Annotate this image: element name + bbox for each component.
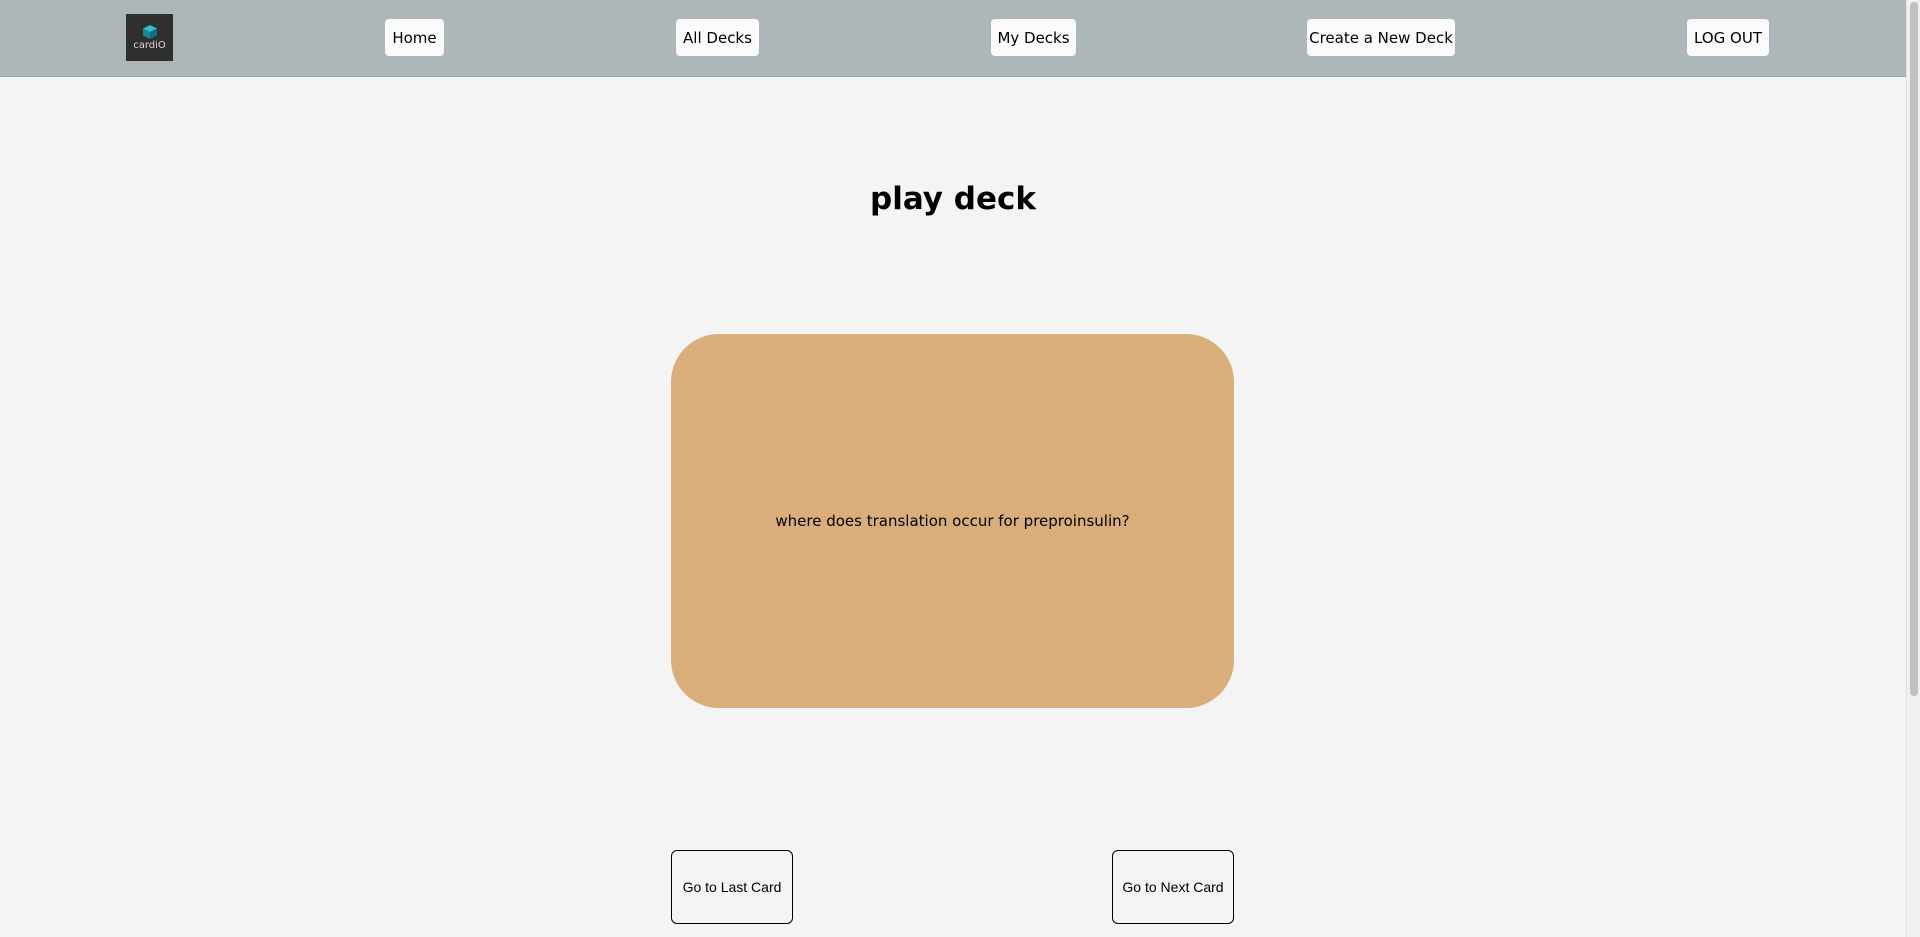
page: cardiO Home All Decks My Decks Create a … [0, 0, 1920, 937]
vertical-scrollbar[interactable] [1906, 0, 1920, 937]
flashcard[interactable]: where does translation occur for preproi… [671, 334, 1234, 708]
nav-all-decks-button[interactable]: All Decks [676, 19, 759, 56]
next-card-button[interactable]: Go to Next Card [1112, 850, 1234, 924]
navbar: cardiO Home All Decks My Decks Create a … [0, 0, 1906, 77]
logo-text: cardiO [133, 40, 166, 51]
page-title: play deck [870, 181, 1036, 217]
nav-home-button[interactable]: Home [385, 19, 444, 56]
nav-my-decks-button[interactable]: My Decks [991, 19, 1076, 56]
nav-logout-button[interactable]: LOG OUT [1687, 19, 1769, 56]
nav-create-deck-button[interactable]: Create a New Deck [1307, 19, 1455, 56]
logo[interactable]: cardiO [126, 14, 173, 61]
cube-icon [142, 25, 157, 39]
flashcard-question: where does translation occur for preproi… [775, 512, 1130, 530]
scrollbar-thumb[interactable] [1910, 2, 1918, 696]
prev-card-button[interactable]: Go to Last Card [671, 850, 793, 924]
